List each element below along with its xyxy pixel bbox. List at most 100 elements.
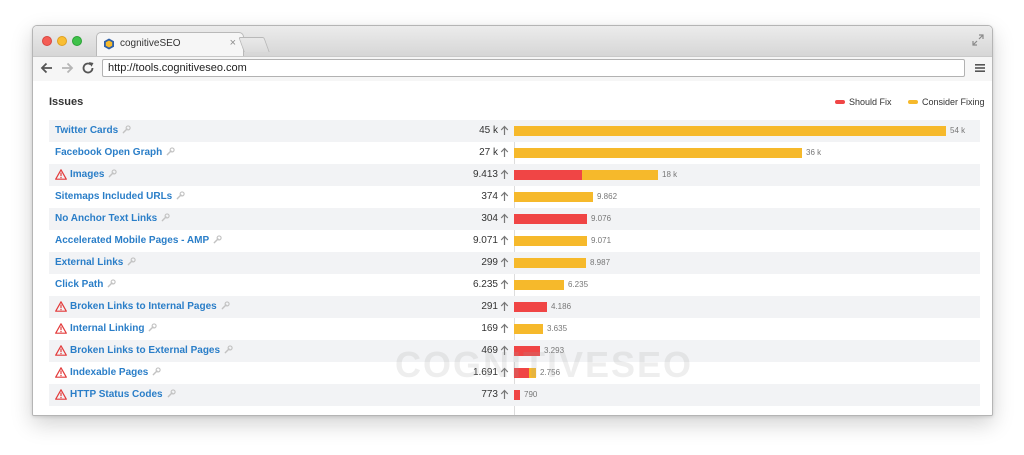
issue-row[interactable]: Twitter Cards 45 k 54 k (49, 120, 980, 142)
bar-should-fix[interactable] (514, 214, 587, 224)
bar-value-label: 36 k (806, 148, 822, 157)
wrench-icon[interactable] (108, 169, 118, 178)
issue-count: 773 (481, 389, 498, 400)
issue-name-link[interactable]: No Anchor Text Links (55, 213, 170, 224)
bar-should-fix[interactable] (514, 170, 582, 180)
wrench-icon[interactable] (161, 213, 170, 222)
bar-track: 36 k (514, 148, 980, 158)
issue-row[interactable]: Broken Links to Internal Pages 291 4.186 (49, 296, 980, 318)
wrench-icon[interactable] (167, 389, 176, 398)
hamburger-menu-icon[interactable] (974, 62, 986, 74)
bar-consider-fixing[interactable] (514, 258, 586, 268)
zoom-window-button[interactable] (72, 36, 82, 46)
bar-consider-fixing[interactable] (514, 324, 543, 334)
arrow-up-icon (500, 169, 509, 179)
issue-name-link[interactable]: Broken Links to Internal Pages (70, 301, 230, 312)
bar-value-label: 3.635 (547, 324, 568, 333)
issue-name-link[interactable]: Images (70, 169, 118, 180)
issue-name-link[interactable]: Sitemaps Included URLs (55, 191, 185, 202)
bar-value-label: 8.987 (590, 258, 611, 267)
issue-name: Twitter Cards (55, 125, 119, 136)
wrench-icon[interactable] (166, 147, 175, 156)
bar-consider-fixing[interactable] (514, 280, 564, 290)
bar-value-label: 54 k (950, 126, 966, 135)
address-bar[interactable]: http://tools.cognitiveseo.com (102, 59, 965, 77)
issue-count: 45 k (479, 125, 498, 136)
tab-close-icon[interactable]: × (230, 37, 236, 49)
wrench-icon[interactable] (122, 125, 131, 134)
issue-name-link[interactable]: Internal Linking (70, 323, 158, 334)
issue-row[interactable]: Internal Linking 169 3.635 (49, 318, 980, 340)
issue-name: HTTP Status Codes (70, 389, 163, 400)
bar-consider-fixing[interactable] (582, 170, 658, 180)
bar-consider-fixing[interactable] (514, 148, 802, 158)
bar-consider-fixing[interactable] (514, 192, 593, 202)
issue-name-link[interactable]: Click Path (55, 279, 117, 290)
browser-tab[interactable]: cognitiveSEO × (96, 32, 244, 56)
new-tab-button[interactable] (238, 37, 270, 52)
issue-row[interactable]: Indexable Pages 1.691 2.756 (49, 362, 980, 384)
legend-label-consider-fixing: Consider Fixing (922, 97, 985, 107)
bar-value-label: 790 (524, 390, 538, 399)
bar-track: 9.862 (514, 192, 980, 202)
fullscreen-icon[interactable] (972, 34, 984, 46)
issue-name-link[interactable]: HTTP Status Codes (70, 389, 176, 400)
issue-name-link[interactable]: Indexable Pages (70, 367, 162, 378)
bar-should-fix[interactable] (514, 390, 520, 400)
bar-consider-fixing[interactable] (514, 236, 587, 246)
bar-track: 6.235 (514, 280, 980, 290)
browser-toolbar: http://tools.cognitiveseo.com (33, 56, 992, 82)
issue-row[interactable]: No Anchor Text Links 304 9.076 (49, 208, 980, 230)
issue-count: 1.691 (472, 367, 498, 378)
back-arrow-icon[interactable] (39, 60, 55, 76)
wrench-icon[interactable] (127, 257, 137, 266)
issue-name-link[interactable]: Facebook Open Graph (55, 147, 175, 158)
issue-name-link[interactable]: External Links (55, 257, 137, 268)
wrench-icon[interactable] (221, 301, 230, 310)
bar-should-fix[interactable] (514, 368, 529, 378)
issue-name: Facebook Open Graph (55, 147, 163, 158)
bar-value-label: 2.756 (540, 368, 561, 377)
bar-value-label: 9.076 (591, 214, 612, 223)
arrow-up-icon (500, 147, 509, 157)
bar-consider-fixing[interactable] (529, 368, 536, 378)
bar-should-fix[interactable] (514, 346, 540, 356)
issue-row[interactable]: HTTP Status Codes 773 790 (49, 384, 980, 406)
wrench-icon[interactable] (148, 323, 158, 332)
wrench-icon[interactable] (224, 345, 233, 354)
close-window-button[interactable] (42, 36, 52, 46)
bar-track: 8.987 (514, 258, 980, 268)
bar-consider-fixing[interactable] (514, 126, 946, 136)
wrench-icon[interactable] (213, 235, 222, 244)
bar-track: 9.076 (514, 214, 980, 224)
issue-row[interactable]: Broken Links to External Pages 469 3.293 (49, 340, 980, 362)
issue-name-link[interactable]: Twitter Cards (55, 125, 131, 136)
arrow-up-icon (500, 367, 509, 377)
issue-name: Accelerated Mobile Pages - AMP (55, 235, 210, 246)
issue-row[interactable]: Accelerated Mobile Pages - AMP 9.071 9.071 (49, 230, 980, 252)
issue-row[interactable]: Click Path 6.235 6.235 (49, 274, 980, 296)
issue-name: Broken Links to External Pages (70, 345, 221, 356)
issue-count: 27 k (479, 147, 498, 158)
reload-icon[interactable] (80, 60, 96, 76)
issue-count: 169 (481, 323, 498, 334)
arrow-up-icon (500, 345, 509, 355)
wrench-icon[interactable] (152, 367, 162, 376)
bar-track: 4.186 (514, 302, 980, 312)
issue-name-link[interactable]: Accelerated Mobile Pages - AMP (55, 235, 222, 246)
issue-row[interactable]: Sitemaps Included URLs 374 9.862 (49, 186, 980, 208)
minimize-window-button[interactable] (57, 36, 67, 46)
issue-row[interactable]: External Links 299 8.987 (49, 252, 980, 274)
issue-count: 291 (481, 301, 498, 312)
forward-arrow-icon[interactable] (59, 60, 75, 76)
issue-count: 374 (481, 191, 498, 202)
legend-consider-fixing: Consider Fixing (908, 97, 985, 109)
issue-row[interactable]: Facebook Open Graph 27 k 36 k (49, 142, 980, 164)
tab-strip: cognitiveSEO × (33, 26, 992, 56)
bar-should-fix[interactable] (514, 302, 547, 312)
issue-name-link[interactable]: Broken Links to External Pages (70, 345, 233, 356)
issue-row[interactable]: Images 9.413 18 k (49, 164, 980, 186)
wrench-icon[interactable] (176, 191, 185, 200)
arrow-up-icon (500, 125, 509, 135)
wrench-icon[interactable] (107, 279, 117, 288)
